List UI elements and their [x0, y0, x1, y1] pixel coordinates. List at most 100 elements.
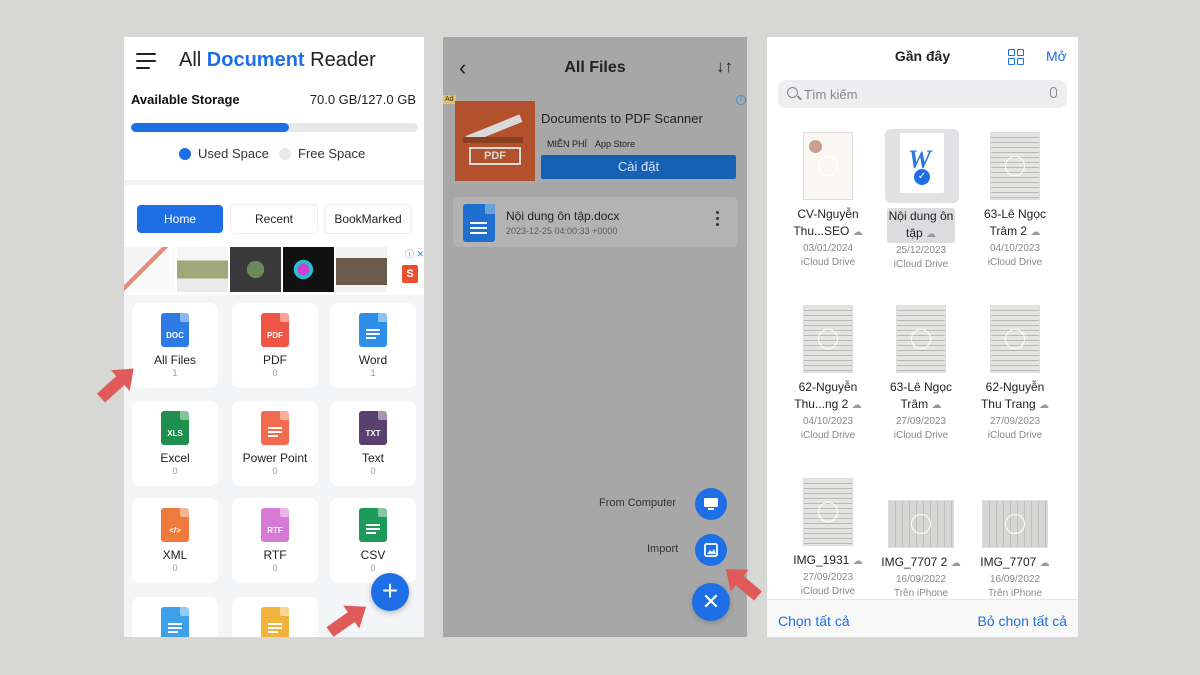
document-thumbnail: [896, 305, 946, 373]
document-name: tập: [905, 226, 923, 240]
more-options-icon[interactable]: [716, 211, 720, 229]
category-tile[interactable]: RTF RTF 0: [232, 498, 318, 583]
doc-file-icon: DOC: [161, 313, 189, 347]
select-circle-icon: [818, 329, 838, 349]
category-label: XML: [162, 548, 188, 562]
excel-file-icon: XLS: [161, 411, 189, 445]
page-title: Gần đây: [894, 48, 951, 64]
document-date: 04/10/2023: [802, 416, 854, 427]
category-tile[interactable]: XLS Excel 0: [132, 401, 218, 486]
sort-icon[interactable]: ↓↑: [716, 57, 733, 77]
document-item[interactable]: 63-Lê Ngọc Trâm ☁ 27/09/2023 iCloud Drive: [875, 305, 967, 441]
category-count: 0: [272, 368, 278, 378]
category-tile[interactable]: Power Point 0: [232, 401, 318, 486]
category-label: Excel: [160, 451, 190, 465]
all-files-screen: ‹ All Files ↓↑ Ad i PDF Documents to PDF…: [443, 37, 747, 637]
document-item[interactable]: IMG_7707 ☁ 16/09/2022 Trên iPhone: [969, 478, 1061, 599]
document-item[interactable]: 62-Nguyễn Thu Trang ☁ 27/09/2023 iCloud Dri…: [969, 305, 1061, 441]
install-button[interactable]: Cài đặt: [541, 155, 736, 179]
open-button[interactable]: Mở: [1046, 48, 1067, 64]
icloud-icon: ☁: [950, 558, 961, 569]
document-name: Nội dung ôn: [888, 209, 954, 223]
image-icon: [704, 543, 718, 557]
document-item[interactable]: CV-Nguyễn Thu...SEO ☁ 03/01/2024 iCloud Dri…: [782, 132, 874, 268]
xml-file-icon: </>: [161, 508, 189, 542]
ad-banner[interactable]: ⓘ ✕ S: [124, 247, 424, 292]
file-row[interactable]: Nội dung ôn tập.docx 2023-12-25 04:00:33…: [453, 197, 738, 247]
legend-free: Free Space: [279, 146, 365, 161]
document-item[interactable]: 63-Lê Ngọc Trâm 2 ☁ 04/10/2023 iCloud Drive: [969, 132, 1061, 268]
document-thumbnail: [803, 478, 853, 546]
microphone-icon[interactable]: [1050, 87, 1057, 98]
category-tile[interactable]: DOC All Files 1: [132, 303, 218, 388]
select-circle-icon: [1005, 514, 1025, 534]
document-thumbnail: [803, 132, 853, 200]
category-tile-more[interactable]: [232, 597, 318, 637]
from-computer-button[interactable]: [695, 488, 727, 520]
icloud-icon: ☁: [852, 227, 863, 238]
category-tile[interactable]: PDF PDF 0: [232, 303, 318, 388]
file-date: 2023-12-25 04:00:33 +0000: [506, 226, 618, 236]
import-button[interactable]: [695, 534, 727, 566]
select-all-button[interactable]: Chọn tất cả: [778, 613, 850, 629]
ad-title: Documents to PDF Scanner: [541, 111, 703, 126]
ad-info-icon[interactable]: i: [736, 95, 746, 105]
document-item[interactable]: 62-Nguyễn Thu...ng 2 ☁ 04/10/2023 iCloud Dr…: [782, 305, 874, 441]
file-name: Nội dung ôn tập.docx: [506, 209, 620, 223]
document-name: Trâm: [900, 397, 929, 411]
menu-icon[interactable]: [136, 53, 156, 69]
category-count: 0: [172, 466, 178, 476]
document-title: IMG_1931 ☁: [782, 552, 874, 570]
document-item[interactable]: IMG_7707 2 ☁ 16/09/2022 Trên iPhone: [875, 478, 967, 599]
document-date: 16/09/2022: [895, 574, 947, 585]
document-title: 63-Lê Ngọc Trâm ☁: [875, 379, 967, 414]
category-count: 0: [370, 563, 376, 573]
ad-badge: Ad: [443, 95, 456, 104]
document-location: iCloud Drive: [893, 259, 949, 270]
document-location: iCloud Drive: [800, 257, 856, 268]
ad-card[interactable]: Ad i PDF Documents to PDF Scanner MIỄN P…: [443, 95, 746, 183]
ad-info-icon[interactable]: ⓘ ✕: [405, 247, 424, 260]
tab-bookmarked[interactable]: BookMarked: [325, 205, 411, 233]
rtf-file-icon: RTF: [261, 508, 289, 542]
home-screen: All Document Reader Available Storage 70…: [124, 37, 424, 637]
app-title: All Document Reader: [179, 49, 376, 71]
search-field[interactable]: Tìm kiếm: [778, 80, 1067, 108]
grid-view-icon[interactable]: [1008, 49, 1024, 65]
icloud-icon: ☁: [1039, 400, 1050, 411]
ad-thumb: [230, 247, 281, 292]
category-tile[interactable]: Word 1: [330, 303, 416, 388]
document-thumbnail: [990, 305, 1040, 373]
document-title: 62-Nguyễn Thu...ng 2 ☁: [782, 379, 874, 414]
ad-price: MIỄN PHÍ: [547, 139, 588, 149]
document-name: 62-Nguyễn: [798, 380, 858, 394]
category-tile[interactable]: CSV 0: [330, 498, 416, 583]
file-icon: [161, 607, 189, 637]
category-tile[interactable]: TXT Text 0: [330, 401, 416, 486]
tab-recent[interactable]: Recent: [231, 205, 317, 233]
tab-home[interactable]: Home: [137, 205, 223, 233]
icloud-icon: ☁: [1039, 558, 1050, 569]
legend-used: Used Space: [179, 146, 269, 161]
profile-photo: [809, 140, 822, 153]
document-thumbnail: [803, 305, 853, 373]
home-tabs: Home Recent BookMarked: [137, 205, 411, 233]
document-date: 03/01/2024: [802, 243, 854, 254]
document-item[interactable]: Nội dung ôn tập ☁ 25/12/2023 iCloud Drive: [875, 132, 967, 270]
document-title: 62-Nguyễn Thu Trang ☁: [969, 379, 1061, 414]
document-item[interactable]: IMG_1931 ☁ 27/09/2023 iCloud Drive: [782, 478, 874, 597]
select-circle-icon: [1005, 329, 1025, 349]
document-name: Thu...ng 2: [794, 397, 849, 411]
close-menu-button[interactable]: ✕: [692, 583, 730, 621]
powerpoint-file-icon: [261, 411, 289, 445]
document-date: 25/12/2023: [895, 245, 947, 256]
category-label: Text: [361, 451, 384, 465]
category-tile-more[interactable]: [132, 597, 218, 637]
category-tile[interactable]: </> XML 0: [132, 498, 218, 583]
document-location: Trên iPhone: [987, 588, 1043, 599]
document-location: Trên iPhone: [893, 588, 949, 599]
document-title: CV-Nguyễn Thu...SEO ☁: [782, 206, 874, 241]
add-button[interactable]: +: [371, 573, 409, 611]
deselect-all-button[interactable]: Bỏ chọn tất cả: [977, 613, 1067, 629]
page-title: All Files: [564, 59, 626, 76]
